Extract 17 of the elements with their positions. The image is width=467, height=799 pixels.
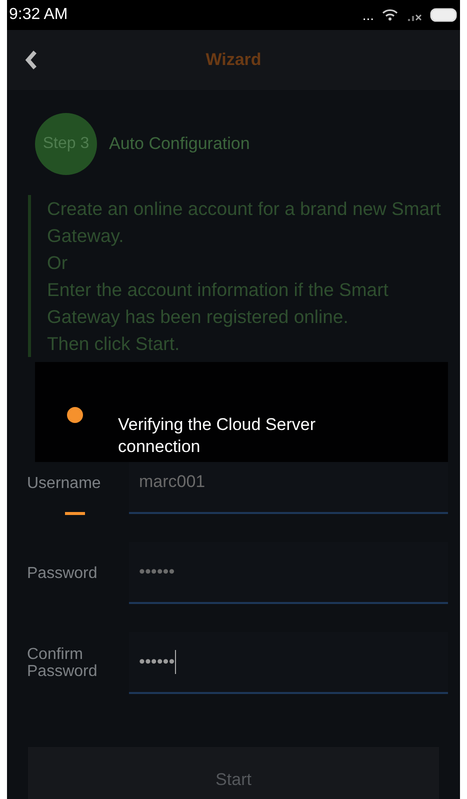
status-dots: ... <box>362 8 374 22</box>
battery-icon <box>430 8 458 22</box>
back-icon <box>24 49 38 71</box>
field-label: Password <box>27 564 98 582</box>
header-title: Wizard <box>206 49 262 72</box>
instruction-text: Then click Start. <box>47 332 181 356</box>
spinner-dot-icon <box>66 406 84 424</box>
field-label: Username <box>27 474 102 492</box>
wifi-icon <box>382 9 398 21</box>
status-time: 9:32 AM <box>9 5 68 25</box>
progress-dash-icon <box>65 512 85 515</box>
instruction-text: Enter the account information if the Smart Gateway has been registered online. <box>47 278 390 329</box>
field-label: Confirm Password <box>27 646 98 680</box>
instruction-text: Or <box>47 251 69 275</box>
instruction-text: Create an online account for a brand new Smart Gateway. <box>47 197 442 248</box>
start-button[interactable]: Start <box>28 747 439 799</box>
step-title: Auto Configuration <box>109 133 250 156</box>
